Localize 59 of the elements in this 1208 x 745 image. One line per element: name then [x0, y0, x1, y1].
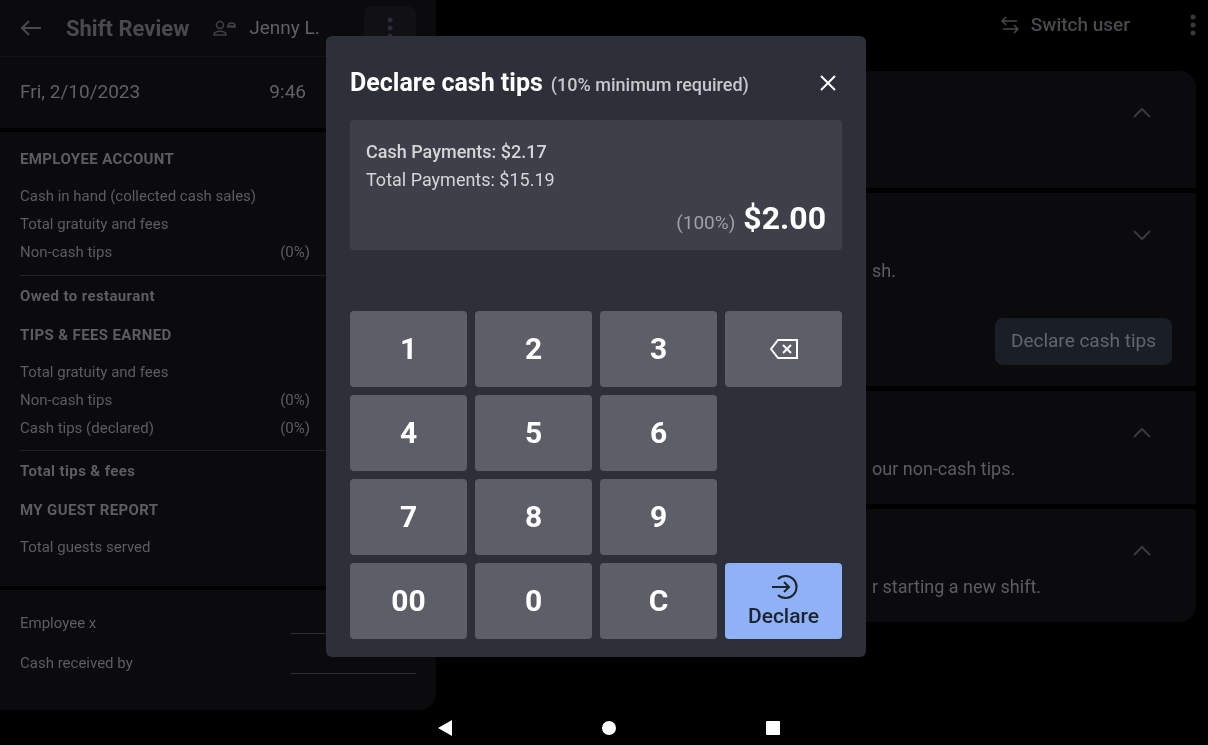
back-triangle-icon[interactable]	[438, 719, 452, 736]
row-label: Non-cash tips	[20, 242, 113, 264]
section-heading: TIPS & FEES EARNED	[20, 324, 172, 346]
keypad-key[interactable]: 2	[475, 310, 592, 387]
declare-button[interactable]: Declare	[725, 562, 842, 639]
tip-percent: (100%)	[676, 209, 736, 236]
row-label: Non-cash tips	[20, 389, 113, 411]
total-payments-text: Total Payments: $15.19	[366, 167, 556, 192]
keypad-key[interactable]: 0	[475, 562, 592, 639]
keypad-key[interactable]: 8	[475, 478, 592, 555]
signature-label: Cash received by	[20, 652, 133, 674]
more-options-icon[interactable]	[1190, 14, 1196, 36]
swap-icon	[1000, 16, 1019, 34]
user-icon	[213, 20, 238, 36]
keypad-key[interactable]: 00	[350, 562, 467, 639]
shift-date: Fri, 2/10/2023	[20, 79, 141, 106]
enter-icon	[769, 572, 798, 601]
recents-square-icon[interactable]	[766, 720, 780, 735]
keypad-key[interactable]: 1	[350, 310, 467, 387]
backspace-icon	[769, 338, 798, 359]
row-total: Total tips & fees	[20, 462, 136, 480]
page-title: Shift Review	[66, 14, 190, 43]
signature-label: Employee x	[20, 612, 97, 634]
keypad-key[interactable]: 7	[350, 478, 467, 555]
row-percent: (0%)	[280, 417, 311, 439]
row-label: Cash in hand (collected cash sales)	[20, 186, 257, 208]
card-description: our non-cash tips.	[872, 457, 1016, 481]
chevron-up-icon[interactable]	[1132, 107, 1152, 119]
keypad-key[interactable]: C	[600, 562, 717, 639]
keypad-key[interactable]: 4	[350, 394, 467, 471]
row-percent: (0%)	[280, 242, 311, 264]
keypad-key[interactable]: 6	[600, 394, 717, 471]
row-label: Total guests served	[20, 537, 151, 559]
section-heading: EMPLOYEE ACCOUNT	[20, 149, 175, 170]
tip-amount: $2.00	[743, 197, 826, 239]
keypad-key[interactable]: 3	[600, 310, 717, 387]
row-percent: (0%)	[280, 389, 311, 411]
row-label: Cash tips (declared)	[20, 417, 154, 439]
home-circle-icon[interactable]	[602, 720, 616, 735]
back-arrow-icon[interactable]	[20, 20, 42, 36]
section-heading: MY GUEST REPORT	[20, 500, 159, 521]
signature-line[interactable]	[290, 673, 416, 674]
row-total: Owed to restaurant	[20, 286, 155, 305]
chevron-up-icon[interactable]	[1132, 427, 1152, 439]
chevron-down-icon[interactable]	[1132, 229, 1152, 241]
keypad-key[interactable]: 5	[475, 394, 592, 471]
row-label: Total gratuity and fees	[20, 361, 169, 383]
user-name: Jenny L.	[249, 14, 320, 41]
dialog-title: Declare cash tips	[350, 67, 543, 99]
shift-time: 9:46	[269, 79, 306, 106]
keypad-key[interactable]: 9	[600, 478, 717, 555]
card-description: r starting a new shift.	[872, 575, 1042, 599]
cash-payments-text: Cash Payments: $2.17	[366, 139, 548, 164]
close-icon[interactable]	[820, 75, 836, 91]
backspace-key[interactable]	[725, 310, 842, 387]
dialog-subtitle: (10% minimum required)	[550, 73, 749, 97]
card-description: sh.	[872, 259, 896, 283]
chevron-up-icon[interactable]	[1132, 545, 1152, 557]
row-label: Total gratuity and fees	[20, 214, 169, 236]
